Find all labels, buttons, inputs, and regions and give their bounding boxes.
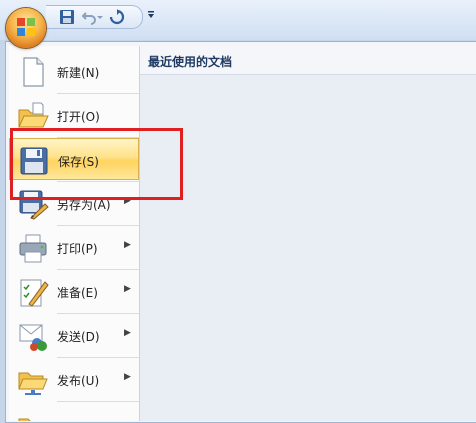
office-button[interactable] — [6, 8, 46, 48]
title-bar — [0, 0, 476, 40]
menu-item-new[interactable]: 新建(N) — [9, 50, 139, 92]
menu-item-publish[interactable]: 发布(U) ▶ — [9, 358, 139, 400]
recent-documents-header: 最近使用的文档 — [140, 46, 476, 75]
highlight-annotation-box — [10, 128, 183, 200]
prepare-icon — [20, 279, 49, 307]
redo-icon[interactable] — [108, 9, 126, 25]
command-pane: 新建(N) 打开(O) 保存(S) 另存为(A) ▶ 打印(P) ▶ 准备(E)… — [9, 46, 140, 421]
send-icon — [19, 324, 47, 351]
menu-separator — [57, 401, 139, 402]
menu-item-prepare[interactable]: 准备(E) ▶ — [9, 270, 139, 312]
quick-access-toolbar — [46, 5, 143, 29]
publish-icon — [18, 372, 48, 395]
save-icon[interactable] — [58, 9, 76, 25]
menu-item-label: 发布(U) — [57, 374, 100, 388]
menu-item-label: 打印(P) — [57, 242, 98, 256]
office-logo-icon — [17, 18, 35, 36]
menu-item-send[interactable]: 发送(D) ▶ — [9, 314, 139, 356]
close-document-icon — [18, 418, 31, 421]
printer-icon — [19, 234, 47, 263]
submenu-arrow-icon: ▶ — [124, 372, 131, 382]
recent-documents-title: 最近使用的文档 — [148, 55, 233, 69]
new-document-icon — [23, 57, 44, 87]
undo-dropdown-icon[interactable] — [96, 9, 104, 25]
menu-item-label: 发送(D) — [57, 330, 100, 344]
menu-item-close-partial[interactable] — [9, 404, 139, 421]
menu-item-print[interactable]: 打印(P) ▶ — [9, 226, 139, 268]
submenu-arrow-icon: ▶ — [124, 284, 131, 294]
recent-documents-pane: 最近使用的文档 — [140, 46, 476, 421]
menu-item-label: 准备(E) — [57, 286, 98, 300]
menu-item-label: 新建(N) — [57, 66, 100, 80]
submenu-arrow-icon: ▶ — [124, 328, 131, 338]
submenu-arrow-icon: ▶ — [124, 240, 131, 250]
customize-dropdown-icon[interactable] — [146, 10, 156, 20]
menu-item-label: 打开(O) — [57, 110, 100, 124]
